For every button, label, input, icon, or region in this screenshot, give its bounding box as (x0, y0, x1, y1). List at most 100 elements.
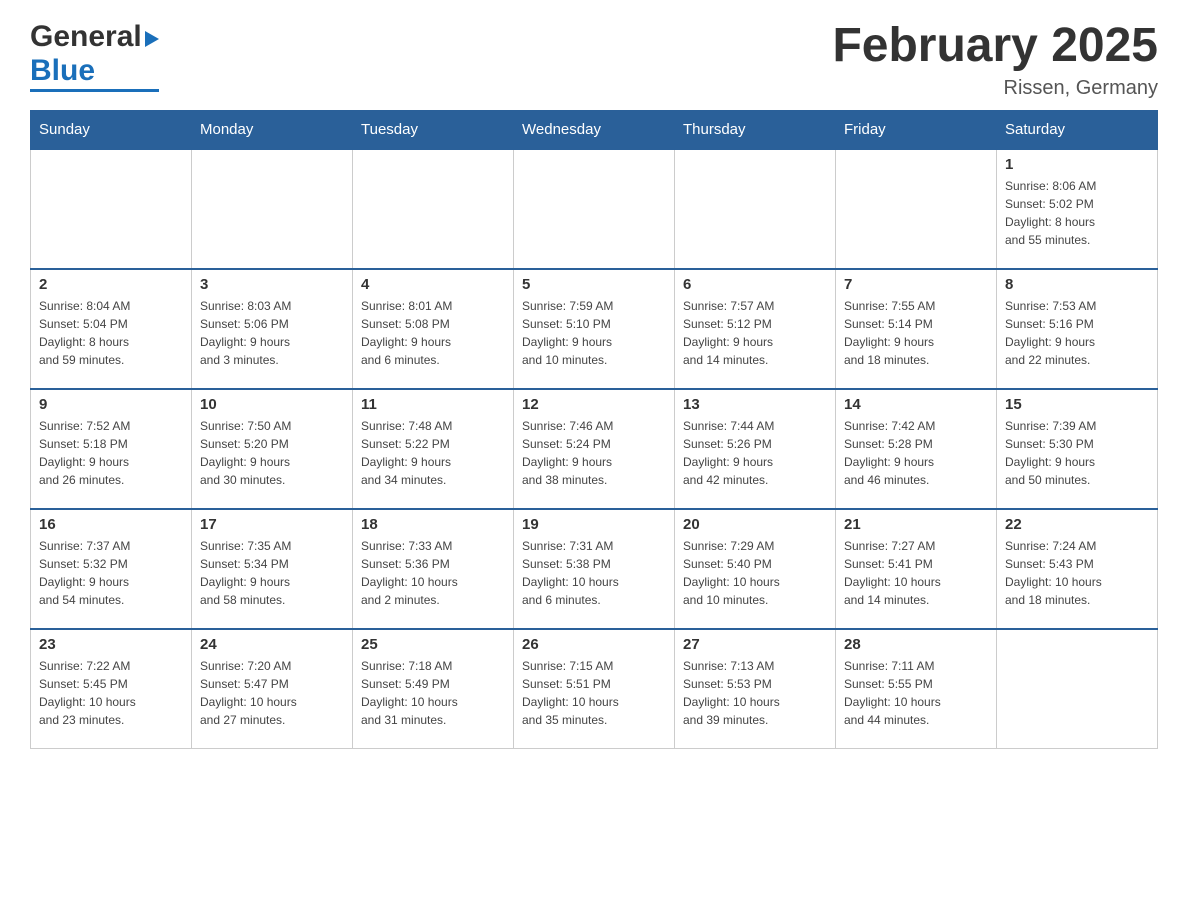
logo-underline (30, 89, 159, 92)
calendar-cell: 8 Sunrise: 7:53 AMSunset: 5:16 PMDaylight… (997, 269, 1158, 389)
day-number: 25 (361, 636, 505, 653)
day-number: 18 (361, 516, 505, 533)
day-info: Sunrise: 7:15 AMSunset: 5:51 PMDaylight:… (522, 657, 666, 729)
header-row: SundayMondayTuesdayWednesdayThursdayFrid… (31, 110, 1158, 149)
calendar-cell: 16 Sunrise: 7:37 AMSunset: 5:32 PMDayligh… (31, 509, 192, 629)
day-number: 13 (683, 396, 827, 413)
day-number: 4 (361, 276, 505, 293)
calendar-cell: 11 Sunrise: 7:48 AMSunset: 5:22 PMDayligh… (353, 389, 514, 509)
page-header: General Blue February 2025 Rissen, Germa… (30, 20, 1158, 100)
calendar-cell: 25 Sunrise: 7:18 AMSunset: 5:49 PMDayligh… (353, 629, 514, 749)
day-number: 15 (1005, 396, 1149, 413)
day-info: Sunrise: 7:18 AMSunset: 5:49 PMDaylight:… (361, 657, 505, 729)
calendar-cell: 17 Sunrise: 7:35 AMSunset: 5:34 PMDayligh… (192, 509, 353, 629)
day-number: 6 (683, 276, 827, 293)
calendar-cell: 23Sunrise: 7:22 AMSunset: 5:45 PMDayligh… (31, 629, 192, 749)
day-number: 12 (522, 396, 666, 413)
location: Rissen, Germany (832, 77, 1158, 100)
calendar-table: SundayMondayTuesdayWednesdayThursdayFrid… (30, 110, 1158, 750)
day-info: Sunrise: 7:11 AMSunset: 5:55 PMDaylight:… (844, 657, 988, 729)
day-number: 17 (200, 516, 344, 533)
day-number: 19 (522, 516, 666, 533)
day-info: Sunrise: 7:48 AMSunset: 5:22 PMDaylight:… (361, 417, 505, 489)
day-info: Sunrise: 8:01 AMSunset: 5:08 PMDaylight:… (361, 297, 505, 369)
day-info: Sunrise: 7:27 AMSunset: 5:41 PMDaylight:… (844, 537, 988, 609)
day-info: Sunrise: 7:50 AMSunset: 5:20 PMDaylight:… (200, 417, 344, 489)
calendar-cell: 12 Sunrise: 7:46 AMSunset: 5:24 PMDayligh… (514, 389, 675, 509)
day-info: Sunrise: 7:13 AMSunset: 5:53 PMDaylight:… (683, 657, 827, 729)
day-number: 23 (39, 636, 183, 653)
calendar-cell (836, 149, 997, 269)
day-number: 10 (200, 396, 344, 413)
week-row-3: 9 Sunrise: 7:52 AMSunset: 5:18 PMDaylight… (31, 389, 1158, 509)
day-number: 5 (522, 276, 666, 293)
day-info: Sunrise: 8:04 AMSunset: 5:04 PMDaylight:… (39, 297, 183, 369)
calendar-cell: 13 Sunrise: 7:44 AMSunset: 5:26 PMDayligh… (675, 389, 836, 509)
day-number: 14 (844, 396, 988, 413)
calendar-cell (675, 149, 836, 269)
day-number: 8 (1005, 276, 1149, 293)
calendar-cell: 20 Sunrise: 7:29 AMSunset: 5:40 PMDayligh… (675, 509, 836, 629)
day-info: Sunrise: 7:20 AMSunset: 5:47 PMDaylight:… (200, 657, 344, 729)
day-number: 22 (1005, 516, 1149, 533)
day-info: Sunrise: 7:52 AMSunset: 5:18 PMDaylight:… (39, 417, 183, 489)
day-header-wednesday: Wednesday (514, 110, 675, 149)
calendar-cell: 26Sunrise: 7:15 AMSunset: 5:51 PMDayligh… (514, 629, 675, 749)
calendar-cell (353, 149, 514, 269)
day-header-friday: Friday (836, 110, 997, 149)
day-number: 2 (39, 276, 183, 293)
day-header-thursday: Thursday (675, 110, 836, 149)
calendar-cell (514, 149, 675, 269)
day-number: 16 (39, 516, 183, 533)
day-number: 11 (361, 396, 505, 413)
month-title: February 2025 (832, 20, 1158, 73)
day-info: Sunrise: 7:55 AMSunset: 5:14 PMDaylight:… (844, 297, 988, 369)
day-number: 27 (683, 636, 827, 653)
day-info: Sunrise: 7:33 AMSunset: 5:36 PMDaylight:… (361, 537, 505, 609)
calendar-cell: 21 Sunrise: 7:27 AMSunset: 5:41 PMDayligh… (836, 509, 997, 629)
logo-triangle-icon (145, 31, 159, 47)
calendar-cell (192, 149, 353, 269)
day-info: Sunrise: 7:53 AMSunset: 5:16 PMDaylight:… (1005, 297, 1149, 369)
day-info: Sunrise: 7:59 AMSunset: 5:10 PMDaylight:… (522, 297, 666, 369)
day-number: 21 (844, 516, 988, 533)
calendar-cell: 9 Sunrise: 7:52 AMSunset: 5:18 PMDaylight… (31, 389, 192, 509)
day-header-tuesday: Tuesday (353, 110, 514, 149)
day-info: Sunrise: 7:35 AMSunset: 5:34 PMDaylight:… (200, 537, 344, 609)
day-info: Sunrise: 7:29 AMSunset: 5:40 PMDaylight:… (683, 537, 827, 609)
day-header-saturday: Saturday (997, 110, 1158, 149)
day-number: 20 (683, 516, 827, 533)
day-info: Sunrise: 7:37 AMSunset: 5:32 PMDaylight:… (39, 537, 183, 609)
calendar-cell: 5 Sunrise: 7:59 AMSunset: 5:10 PMDaylight… (514, 269, 675, 389)
calendar-cell: 2 Sunrise: 8:04 AMSunset: 5:04 PMDaylight… (31, 269, 192, 389)
calendar-cell: 27 Sunrise: 7:13 AMSunset: 5:53 PMDayligh… (675, 629, 836, 749)
calendar-cell: 10 Sunrise: 7:50 AMSunset: 5:20 PMDayligh… (192, 389, 353, 509)
calendar-cell: 3 Sunrise: 8:03 AMSunset: 5:06 PMDaylight… (192, 269, 353, 389)
calendar-cell: 18 Sunrise: 7:33 AMSunset: 5:36 PMDayligh… (353, 509, 514, 629)
day-info: Sunrise: 7:31 AMSunset: 5:38 PMDaylight:… (522, 537, 666, 609)
day-number: 24 (200, 636, 344, 653)
day-info: Sunrise: 7:44 AMSunset: 5:26 PMDaylight:… (683, 417, 827, 489)
calendar-cell: 1 Sunrise: 8:06 AMSunset: 5:02 PMDaylight… (997, 149, 1158, 269)
day-info: Sunrise: 7:39 AMSunset: 5:30 PMDaylight:… (1005, 417, 1149, 489)
day-number: 3 (200, 276, 344, 293)
day-number: 7 (844, 276, 988, 293)
calendar-cell: 19 Sunrise: 7:31 AMSunset: 5:38 PMDayligh… (514, 509, 675, 629)
title-section: February 2025 Rissen, Germany (832, 20, 1158, 100)
calendar-cell: 22 Sunrise: 7:24 AMSunset: 5:43 PMDayligh… (997, 509, 1158, 629)
calendar-cell: 28Sunrise: 7:11 AMSunset: 5:55 PMDayligh… (836, 629, 997, 749)
day-info: Sunrise: 8:03 AMSunset: 5:06 PMDaylight:… (200, 297, 344, 369)
logo: General Blue (30, 20, 159, 92)
day-header-sunday: Sunday (31, 110, 192, 149)
day-info: Sunrise: 7:24 AMSunset: 5:43 PMDaylight:… (1005, 537, 1149, 609)
day-info: Sunrise: 8:06 AMSunset: 5:02 PMDaylight:… (1005, 177, 1149, 249)
day-number: 1 (1005, 156, 1149, 173)
day-info: Sunrise: 7:46 AMSunset: 5:24 PMDaylight:… (522, 417, 666, 489)
week-row-2: 2 Sunrise: 8:04 AMSunset: 5:04 PMDaylight… (31, 269, 1158, 389)
week-row-4: 16 Sunrise: 7:37 AMSunset: 5:32 PMDayligh… (31, 509, 1158, 629)
calendar-cell: 14Sunrise: 7:42 AMSunset: 5:28 PMDayligh… (836, 389, 997, 509)
calendar-cell: 15 Sunrise: 7:39 AMSunset: 5:30 PMDayligh… (997, 389, 1158, 509)
calendar-cell: 6Sunrise: 7:57 AMSunset: 5:12 PMDaylight… (675, 269, 836, 389)
day-number: 9 (39, 396, 183, 413)
calendar-cell: 4 Sunrise: 8:01 AMSunset: 5:08 PMDaylight… (353, 269, 514, 389)
